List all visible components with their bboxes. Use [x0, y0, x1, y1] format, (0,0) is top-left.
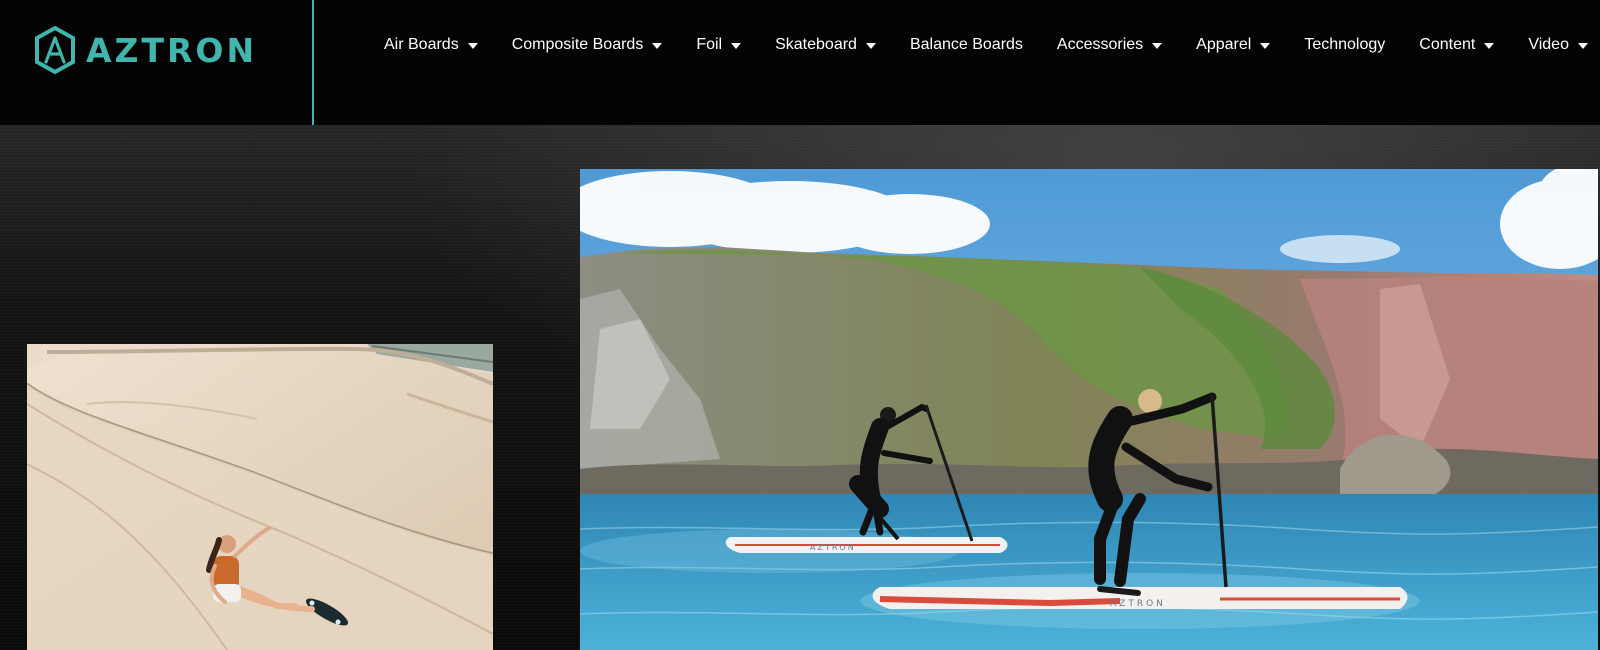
nav-item-label: Accessories [1056, 36, 1144, 53]
nav-item-composite-boards[interactable]: Composite Boards [512, 36, 663, 54]
nav-item-skateboard[interactable]: Skateboard [775, 36, 876, 54]
nav-item-label: Air Boards [384, 36, 459, 53]
nav-item-air-boards[interactable]: Air Boards [384, 36, 478, 54]
caret-down-icon [1260, 43, 1271, 49]
nav-item-label: Apparel [1196, 36, 1252, 53]
nav-item-foil[interactable]: Foil [696, 36, 742, 54]
main-navigation: Air Boards Composite Boards Foil Skateboard… [384, 36, 1600, 54]
caret-down-icon [1484, 43, 1495, 49]
nav-item-label: Skateboard [775, 36, 857, 53]
aztron-logo-icon [34, 26, 76, 74]
skatepark-photo [27, 344, 493, 650]
caret-down-icon [467, 43, 478, 49]
site-header: AZTRON Air Boards Composite Boards Foil Ska… [0, 0, 1600, 125]
nav-item-accessories[interactable]: Accessories [1056, 36, 1163, 54]
caret-down-icon [731, 43, 742, 49]
nav-item-content[interactable]: Content [1419, 36, 1495, 54]
nav-item-technology[interactable]: Technology [1304, 36, 1385, 54]
paddleboard-photo: AZTRON AZTRON [580, 169, 1598, 650]
nav-item-video[interactable]: Video [1528, 36, 1588, 54]
caret-down-icon [865, 43, 876, 49]
nav-item-balance-boards[interactable]: Balance Boards [910, 36, 1023, 54]
nav-item-label: Foil [696, 36, 723, 53]
logo-container: AZTRON [0, 0, 314, 125]
nav-item-label: Technology [1304, 36, 1386, 53]
caret-down-icon [1152, 43, 1163, 49]
board-text-back: AZTRON [810, 543, 856, 552]
nav-item-label: Composite Boards [511, 36, 644, 53]
brand-wordmark: AZTRON [86, 30, 258, 70]
nav-item-label: Video [1528, 36, 1569, 53]
caret-down-icon [1577, 43, 1588, 49]
nav-item-apparel[interactable]: Apparel [1196, 36, 1271, 54]
nav-item-label: Balance Boards [909, 36, 1023, 53]
board-text-front: AZTRON [1110, 599, 1166, 609]
caret-down-icon [652, 43, 663, 49]
nav-item-label: Content [1419, 36, 1476, 53]
brand-logo-link[interactable]: AZTRON [34, 26, 257, 74]
